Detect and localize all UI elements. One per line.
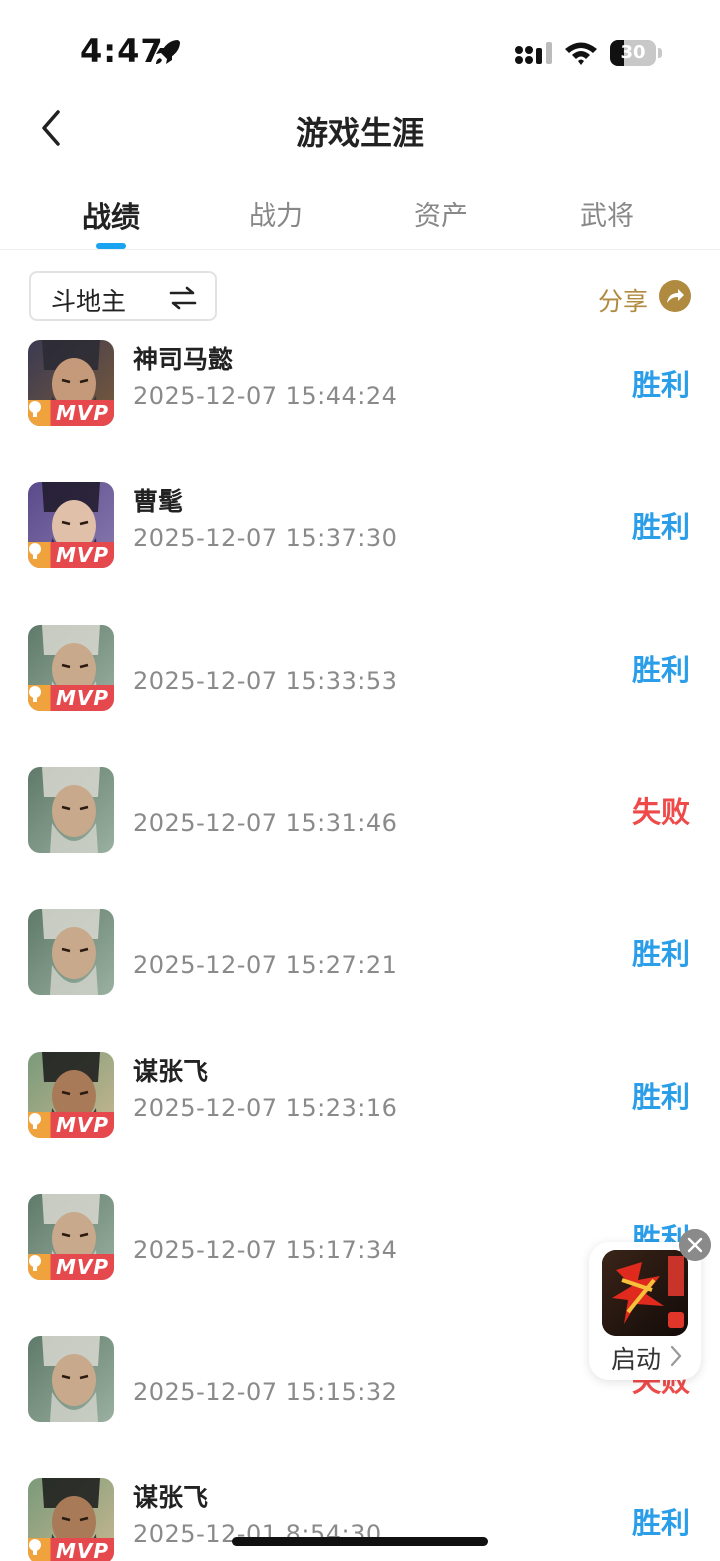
match-timestamp: 2025-12-07 15:31:46 <box>133 809 398 837</box>
mvp-badge: MVP <box>28 542 114 568</box>
match-result: 失败 <box>631 795 690 829</box>
medal-icon <box>29 1539 41 1555</box>
mvp-label: MVP <box>56 543 110 567</box>
medal-icon <box>29 543 41 559</box>
share-arrow-icon <box>659 280 691 312</box>
share-label: 分享 <box>598 287 649 316</box>
match-result: 胜利 <box>631 653 690 687</box>
medal-icon <box>29 1255 41 1271</box>
mvp-label: MVP <box>56 686 110 710</box>
match-row[interactable]: MVP 2025-12-07 15:33:53 胜利 <box>0 621 720 763</box>
match-timestamp: 2025-12-07 15:44:24 <box>133 382 398 410</box>
signal-icon <box>515 42 552 64</box>
tab-assets[interactable]: 资产 <box>381 194 501 233</box>
swap-icon <box>169 286 197 310</box>
hero-avatar <box>28 909 114 995</box>
match-timestamp: 2025-12-07 15:17:34 <box>133 1236 398 1264</box>
match-timestamp: 2025-12-07 15:23:16 <box>133 1094 398 1122</box>
rocket-icon <box>156 40 180 64</box>
game-mode-selector[interactable]: 斗地主 <box>29 271 217 321</box>
mvp-label: MVP <box>56 1255 110 1279</box>
match-result: 胜利 <box>631 368 690 402</box>
hero-avatar: MVP <box>28 1052 114 1138</box>
hero-name: 谋张飞 <box>133 1483 209 1512</box>
nav-bar: 游戏生涯 <box>0 90 720 166</box>
match-timestamp: 2025-12-07 15:33:53 <box>133 667 398 695</box>
match-row[interactable]: 2025-12-07 15:27:21 胜利 <box>0 905 720 1047</box>
mvp-label: MVP <box>56 1113 110 1137</box>
launch-label: 启动 <box>611 1345 662 1374</box>
match-row[interactable]: 2025-12-07 15:31:46 失败 <box>0 763 720 905</box>
match-result: 胜利 <box>631 1506 690 1540</box>
tab-record[interactable]: 战绩 <box>51 194 171 236</box>
wifi-icon <box>565 42 597 65</box>
close-icon[interactable] <box>679 1229 711 1261</box>
match-row[interactable]: MVP 神司马懿 2025-12-07 15:44:24 胜利 <box>0 336 720 478</box>
battery-level: 30 <box>620 42 646 63</box>
hero-avatar: MVP <box>28 625 114 711</box>
launch-game-widget[interactable]: 启动 <box>589 1242 701 1380</box>
chevron-right-icon <box>670 1345 682 1367</box>
tab-heroes[interactable]: 武将 <box>547 194 667 233</box>
hero-name: 谋张飞 <box>133 1057 209 1086</box>
match-row[interactable]: MVP 曹髦 2025-12-07 15:37:30 胜利 <box>0 478 720 620</box>
sanguosha-app-icon <box>602 1250 688 1336</box>
medal-icon <box>29 401 41 417</box>
match-timestamp: 2025-12-07 15:15:32 <box>133 1378 398 1406</box>
battery-icon: 30 <box>610 40 662 66</box>
match-result: 胜利 <box>631 937 690 971</box>
home-indicator <box>232 1537 488 1546</box>
tab-power[interactable]: 战力 <box>216 194 336 233</box>
medal-icon <box>29 1113 41 1129</box>
hero-avatar: MVP <box>28 340 114 426</box>
tab-bar: 战绩 战力 资产 武将 <box>0 180 720 250</box>
mvp-label: MVP <box>56 401 110 425</box>
game-mode-label: 斗地主 <box>51 287 127 316</box>
hero-avatar: MVP <box>28 1478 114 1561</box>
match-result: 胜利 <box>631 1080 690 1114</box>
status-bar: 4:47 30 <box>0 0 720 100</box>
mvp-badge: MVP <box>28 1112 114 1138</box>
mvp-badge: MVP <box>28 400 114 426</box>
match-row[interactable]: MVP 谋张飞 2025-12-07 15:23:16 胜利 <box>0 1048 720 1190</box>
page-title: 游戏生涯 <box>295 114 424 152</box>
mvp-badge: MVP <box>28 685 114 711</box>
hero-avatar: MVP <box>28 1194 114 1280</box>
medal-icon <box>29 686 41 702</box>
match-row[interactable]: MVP 谋张飞 2025-12-01 8:54:30 胜利 <box>0 1474 720 1561</box>
match-result: 胜利 <box>631 510 690 544</box>
hero-avatar: MVP <box>28 482 114 568</box>
match-timestamp: 2025-12-07 15:27:21 <box>133 951 398 979</box>
active-tab-indicator <box>96 243 126 249</box>
mvp-label: MVP <box>56 1539 110 1561</box>
hero-avatar <box>28 1336 114 1422</box>
hero-avatar <box>28 767 114 853</box>
match-timestamp: 2025-12-07 15:37:30 <box>133 524 398 552</box>
hero-name: 曹髦 <box>133 487 184 516</box>
hero-name: 神司马懿 <box>133 345 234 374</box>
mvp-badge: MVP <box>28 1254 114 1280</box>
mvp-badge: MVP <box>28 1538 114 1561</box>
